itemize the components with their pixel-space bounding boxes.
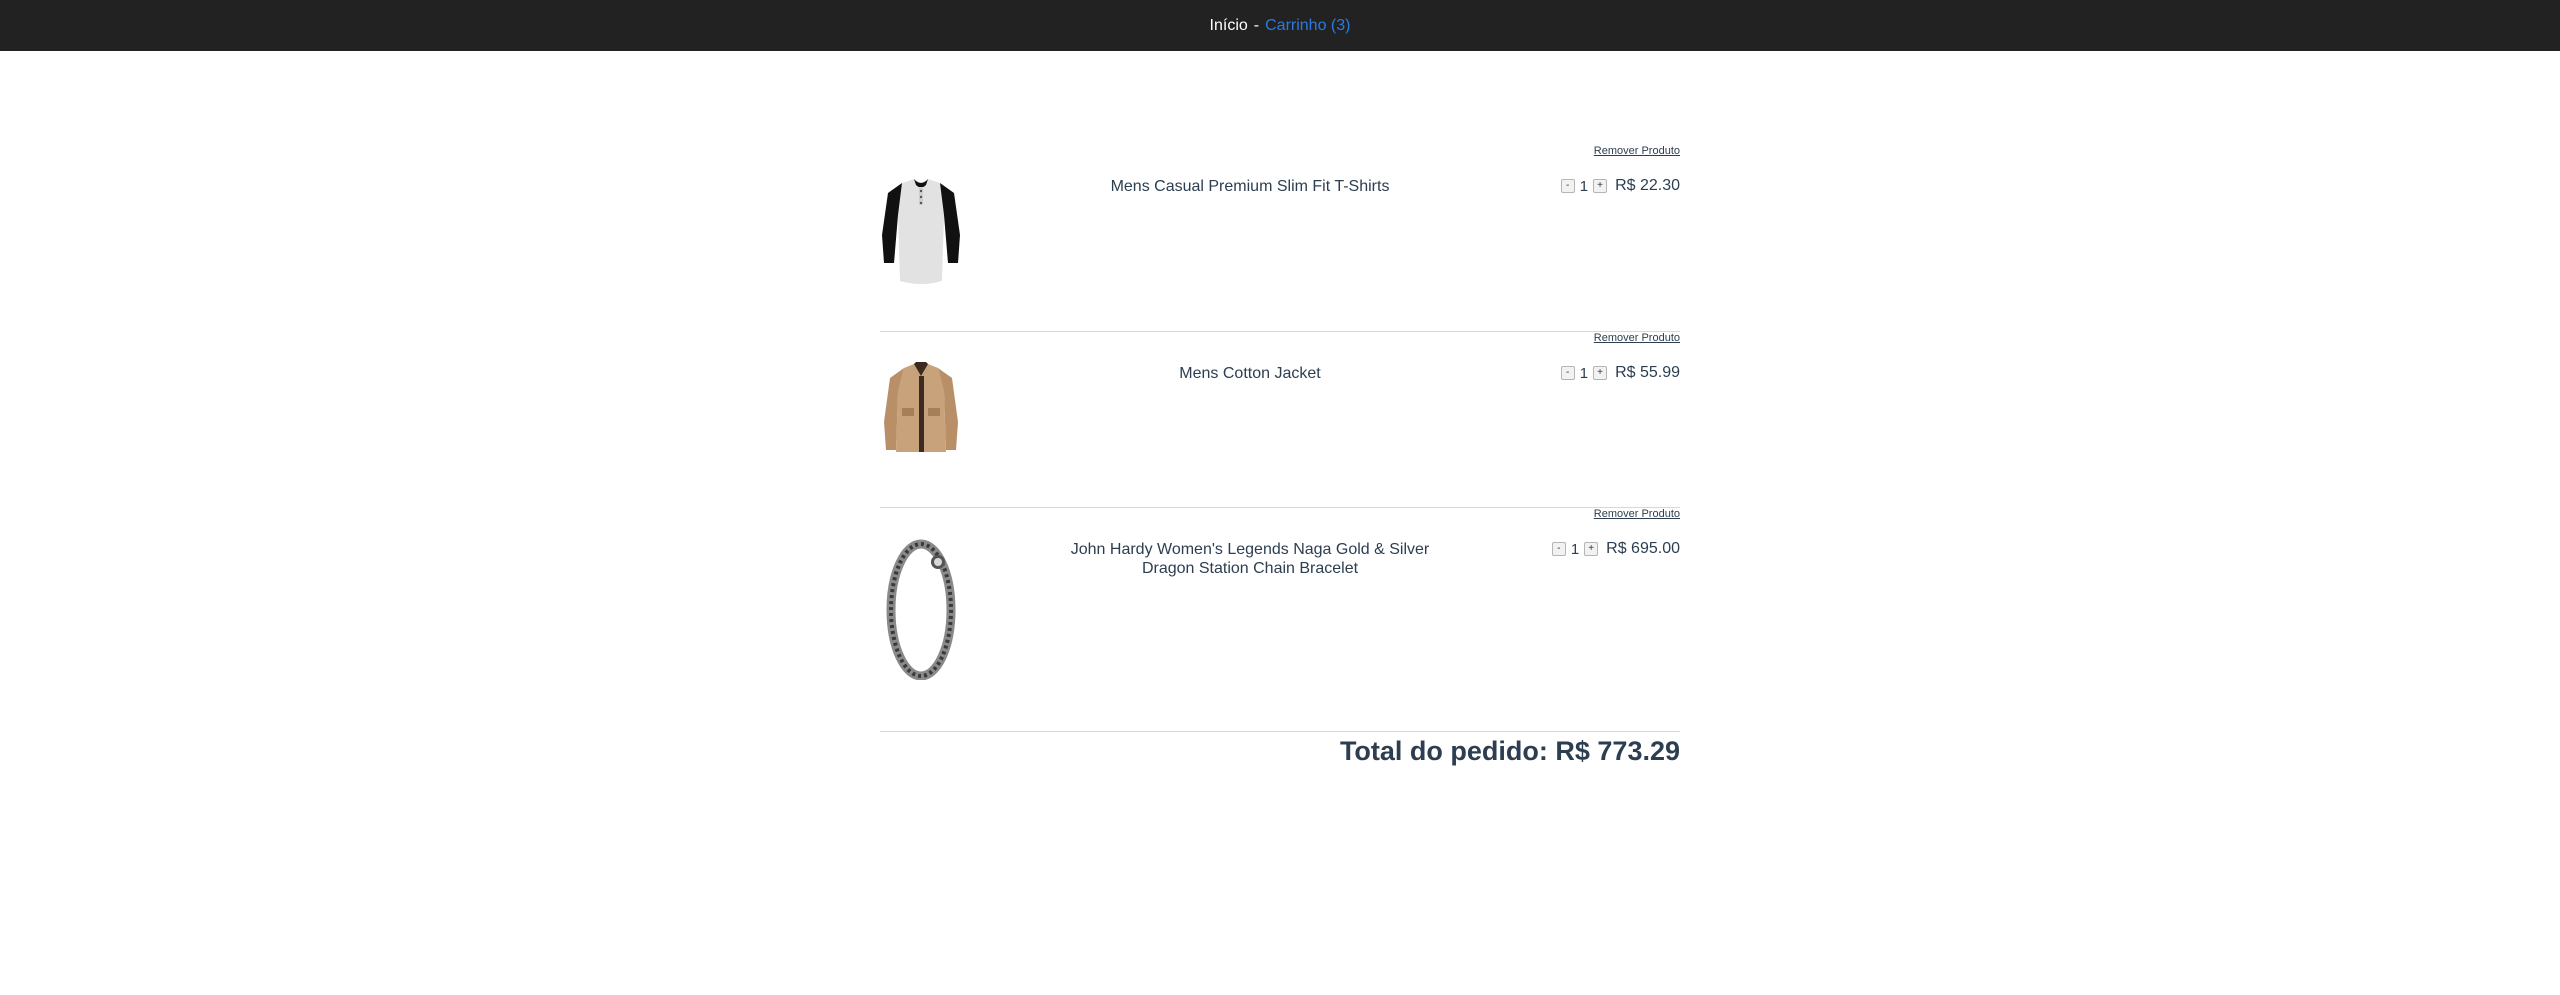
product-name: Mens Cotton Jacket: [1179, 365, 1321, 382]
cart-list: Remover Produto Mens Casual Premium Slim…: [880, 145, 1680, 767]
bracelet-image: [880, 538, 962, 680]
quantity-price-group: - 1 + R$ 55.99: [1560, 364, 1680, 382]
nav-cart-link[interactable]: Carrinho (3): [1265, 17, 1350, 35]
top-navbar: Início - Carrinho (3): [0, 0, 2560, 51]
remove-product-button[interactable]: Remover Produto: [1594, 508, 1680, 520]
quantity-value: 1: [1570, 540, 1580, 558]
quantity-price-group: - 1 + R$ 695.00: [1551, 540, 1680, 558]
nav-home-link[interactable]: Início: [1210, 17, 1248, 35]
product-name: John Hardy Women's Legends Naga Gold & S…: [1070, 541, 1430, 577]
product-name: Mens Casual Premium Slim Fit T-Shirts: [1110, 178, 1390, 195]
increase-quantity-button[interactable]: +: [1593, 179, 1608, 193]
decrease-quantity-button[interactable]: -: [1560, 179, 1575, 193]
decrease-quantity-button[interactable]: -: [1551, 542, 1566, 556]
cart-item: Remover Produto John Hardy Women's Legen…: [880, 508, 1680, 732]
remove-product-button[interactable]: Remover Produto: [1594, 145, 1680, 157]
quantity-value: 1: [1579, 177, 1589, 195]
increase-quantity-button[interactable]: +: [1584, 542, 1599, 556]
product-price: R$ 22.30: [1615, 177, 1680, 194]
decrease-quantity-button[interactable]: -: [1560, 366, 1575, 380]
increase-quantity-button[interactable]: +: [1593, 366, 1608, 380]
jacket-image: [880, 362, 962, 454]
cart-item: Remover Produto Mens Casual Premium Slim…: [880, 145, 1680, 332]
product-price: R$ 55.99: [1615, 364, 1680, 381]
product-price: R$ 695.00: [1606, 540, 1680, 557]
quantity-value: 1: [1579, 364, 1589, 382]
quantity-price-group: - 1 + R$ 22.30: [1560, 177, 1680, 195]
nav-separator: -: [1253, 16, 1260, 34]
order-total: Total do pedido: R$ 773.29: [1339, 736, 1680, 766]
tshirt-image: [880, 175, 962, 287]
remove-product-button[interactable]: Remover Produto: [1594, 332, 1680, 344]
cart-item: Remover Produto Mens Cotton Jacket - 1 +…: [880, 332, 1680, 508]
